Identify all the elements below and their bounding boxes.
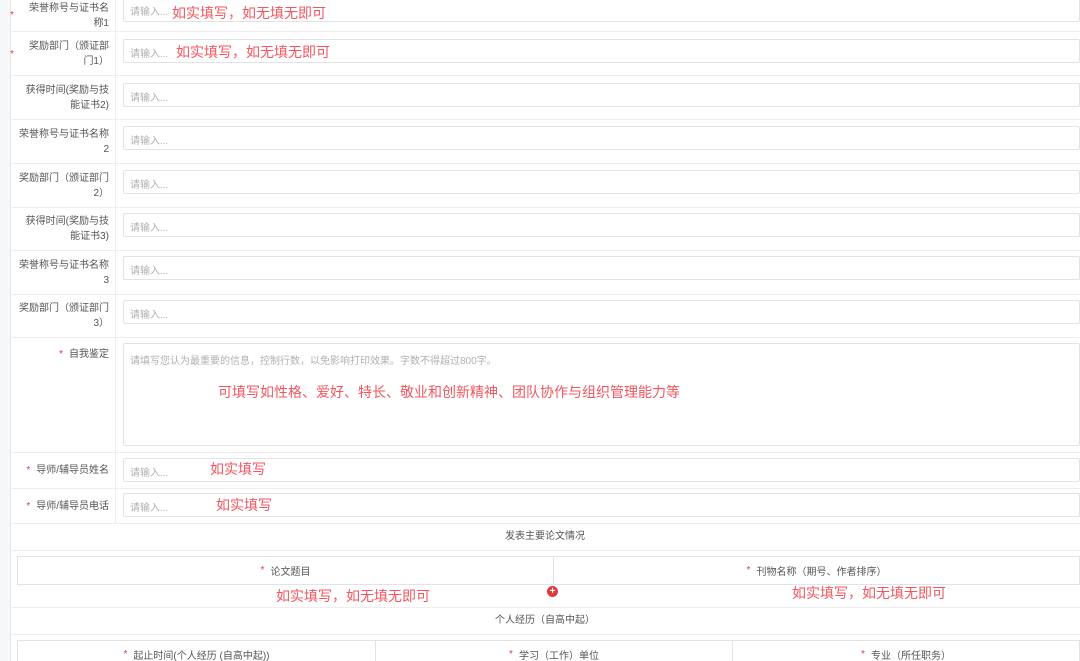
- required-asterisk: *: [10, 10, 14, 21]
- field-row-honor-1: * 荣誉称号与证书名称1 请输入... 如实填写，如无填无即可: [10, 0, 1080, 32]
- field-label-text: 奖励部门（颁证部门1）: [29, 41, 109, 67]
- page: * 荣誉称号与证书名称1 请输入... 如实填写，如无填无即可 * 奖励部门（颁…: [0, 0, 1080, 661]
- papers-section-title: 发表主要论文情况: [10, 524, 1080, 551]
- field-row-honor-2: 荣誉称号与证书名称2 请输入...: [10, 120, 1080, 164]
- field-label-text: 荣誉称号与证书名称2: [19, 128, 109, 155]
- field-label-text: 荣誉称号与证书名称1: [29, 2, 109, 29]
- honor-title-2-input[interactable]: 请输入...: [123, 126, 1080, 150]
- field-label: 获得时间(奖励与技能证书3): [10, 208, 116, 250]
- annotation-note: 可填写如性格、爱好、特长、敬业和创新精神、团队协作与组织管理能力等: [218, 384, 680, 400]
- papers-col-title-header: * 论文题目: [17, 556, 554, 585]
- award-dept-2-input[interactable]: 请输入...: [123, 170, 1080, 194]
- field-row-tutor-name: * 导师/辅导员姓名 请输入... 如实填写: [10, 453, 1080, 489]
- field-row-award-dept-1: * 奖励部门（颁证部门1） 请输入... 如实填写，如无填无即可: [10, 33, 1080, 76]
- annotation-note: 如实填写，如无填无即可: [276, 588, 430, 604]
- field-row-date-3: 获得时间(奖励与技能证书3) 请输入...: [10, 208, 1080, 251]
- annotation-note: 如实填写: [216, 497, 272, 513]
- experience-col-period-header: * 起止时间(个人经历 (自高中起)): [17, 640, 376, 661]
- field-row-honor-3: 荣誉称号与证书名称3 请输入...: [10, 251, 1080, 295]
- experience-col-unit-header: * 学习（工作）单位: [375, 640, 733, 661]
- award-dept-3-input[interactable]: 请输入...: [123, 300, 1080, 324]
- column-header-text: 专业（所任职务）: [870, 651, 951, 661]
- required-asterisk: *: [26, 465, 31, 476]
- placeholder-text: 请输入...: [130, 136, 169, 147]
- required-asterisk: *: [26, 500, 31, 512]
- placeholder-text: 请输入...: [130, 468, 169, 479]
- field-label-text: 获得时间(奖励与技能证书3): [25, 216, 109, 242]
- field-row-self-evaluation: * 自我鉴定 请填写您认为最重要的信息，控制行数，以免影响打印效果。字数不得超过…: [10, 338, 1080, 453]
- field-row-date-2: 获得时间(奖励与技能证书2) 请输入...: [10, 76, 1080, 120]
- field-label: * 导师/辅导员电话: [10, 489, 116, 523]
- field-label: 荣誉称号与证书名称3: [10, 251, 116, 294]
- award-date-3-input[interactable]: 请输入...: [123, 213, 1080, 237]
- required-asterisk: *: [59, 349, 63, 360]
- field-label: 奖励部门（颁证部门2）: [10, 164, 116, 207]
- field-label: 获得时间(奖励与技能证书2): [10, 76, 116, 119]
- placeholder-text: 请输入...: [130, 503, 169, 514]
- column-header-text: 刊物名称（期号、作者排序）: [756, 567, 887, 578]
- placeholder-text: 请输入...: [130, 93, 169, 104]
- field-row-tutor-phone: * 导师/辅导员电话 请输入... 如实填写: [10, 489, 1080, 524]
- field-label-text: 获得时间(奖励与技能证书2): [25, 84, 109, 111]
- field-label-text: 荣誉称号与证书名称3: [19, 259, 109, 286]
- placeholder-text: 请输入...: [130, 180, 169, 191]
- required-asterisk: *: [123, 649, 128, 660]
- plus-circle-icon[interactable]: +: [547, 586, 558, 597]
- field-label-text: 奖励部门（颁证部门3）: [19, 303, 109, 329]
- field-label: * 导师/辅导员姓名: [10, 453, 116, 488]
- required-asterisk: *: [509, 649, 513, 660]
- placeholder-text: 请输入...: [130, 310, 169, 321]
- placeholder-text: 请输入...: [130, 223, 169, 234]
- field-label: * 自我鉴定: [10, 338, 116, 452]
- field-label-text: 自我鉴定: [69, 349, 109, 360]
- annotation-note: 如实填写: [210, 461, 266, 477]
- required-asterisk: *: [861, 649, 865, 660]
- column-header-text: 学习（工作）单位: [518, 651, 599, 661]
- tutor-name-input[interactable]: 请输入...: [123, 458, 1080, 482]
- required-asterisk: *: [10, 48, 14, 60]
- required-asterisk: *: [746, 565, 751, 576]
- placeholder-text: 请输入...: [130, 266, 169, 277]
- placeholder-text: 请填写您认为最重要的信息，控制行数，以免影响打印效果。字数不得超过800字。: [130, 356, 497, 367]
- papers-col-journal-header: * 刊物名称（期号、作者排序）: [553, 556, 1080, 585]
- annotation-note: 如实填写，如无填无即可: [792, 585, 946, 601]
- field-label-text: 导师/辅导员姓名: [36, 465, 109, 476]
- placeholder-text: 请输入...: [130, 49, 169, 60]
- honor-title-3-input[interactable]: 请输入...: [123, 256, 1080, 280]
- field-row-award-dept-3: 奖励部门（颁证部门3） 请输入...: [10, 295, 1080, 338]
- placeholder-text: 请输入...: [130, 7, 169, 18]
- field-label-text: 奖励部门（颁证部门2）: [19, 172, 109, 199]
- award-date-2-input[interactable]: 请输入...: [123, 83, 1080, 107]
- field-label: 奖励部门（颁证部门3）: [10, 295, 116, 337]
- field-label: * 奖励部门（颁证部门1）: [10, 33, 116, 75]
- experience-col-major-header: * 专业（所任职务）: [732, 640, 1080, 661]
- required-asterisk: *: [260, 565, 265, 576]
- column-header-text: 起止时间(个人经历 (自高中起)): [133, 651, 270, 661]
- field-label: * 荣誉称号与证书名称1: [10, 0, 116, 31]
- experience-section-title: 个人经历（自高中起）: [10, 607, 1080, 635]
- field-label: 荣誉称号与证书名称2: [10, 120, 116, 163]
- field-row-award-dept-2: 奖励部门（颁证部门2） 请输入...: [10, 164, 1080, 208]
- annotation-note: 如实填写，如无填无即可: [176, 44, 330, 60]
- annotation-note: 如实填写，如无填无即可: [172, 5, 326, 21]
- field-label-text: 导师/辅导员电话: [36, 500, 109, 512]
- column-header-text: 论文题目: [270, 567, 311, 578]
